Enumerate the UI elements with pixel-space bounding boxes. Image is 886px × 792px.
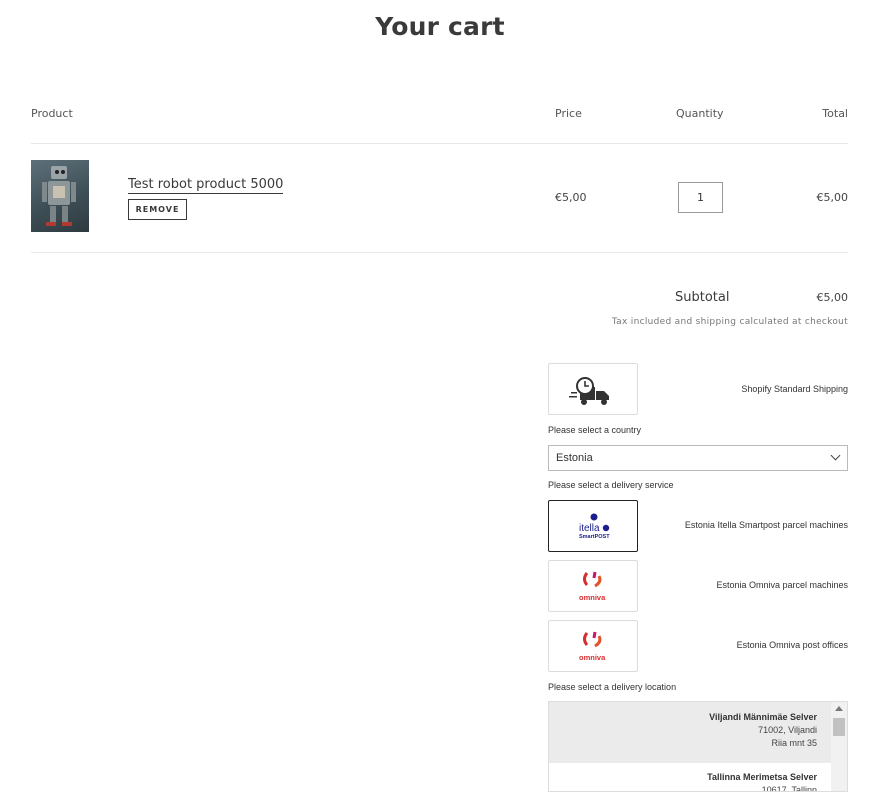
omniva-logo: omniva: [579, 571, 606, 602]
item-price: €5,00: [555, 191, 587, 204]
header-price: Price: [555, 107, 582, 120]
service-label-omniva-parcel: Estonia Omniva parcel machines: [716, 580, 848, 590]
omniva-logo: omniva: [579, 631, 606, 662]
product-image[interactable]: [31, 160, 89, 232]
country-prompt: Please select a country: [548, 425, 642, 435]
delivery-truck-icon: [569, 377, 609, 405]
location-list[interactable]: Viljandi Männimäe Selver 71002, Viljandi…: [548, 701, 848, 792]
itella-smartpost-logo: itella SmartPOST: [579, 513, 610, 540]
country-select[interactable]: Estonia: [548, 445, 848, 471]
omniva-logo-text: omniva: [579, 653, 606, 662]
service-option-itella-smartpost[interactable]: itella SmartPOST: [548, 500, 638, 552]
service-option-omniva-parcel[interactable]: omniva: [548, 560, 638, 612]
quantity-input[interactable]: [678, 182, 723, 213]
location-prompt: Please select a delivery location: [548, 682, 677, 692]
page-title: Your cart: [375, 12, 505, 41]
table-divider-top: [31, 143, 848, 144]
country-select-value: Estonia: [556, 452, 593, 464]
header-quantity: Quantity: [676, 107, 724, 120]
service-prompt: Please select a delivery service: [548, 480, 674, 490]
list-item[interactable]: Tallinna Merimetsa Selver 10617, Tallinn: [549, 763, 833, 791]
standard-shipping-label: Shopify Standard Shipping: [741, 384, 848, 394]
remove-button[interactable]: REMOVE: [128, 199, 187, 220]
service-label-omniva-post: Estonia Omniva post offices: [736, 640, 848, 650]
scroll-up-arrow-icon[interactable]: [835, 706, 843, 711]
service-option-omniva-post[interactable]: omniva: [548, 620, 638, 672]
location-list-scrollbar[interactable]: [831, 702, 847, 791]
service-label-itella: Estonia Itella Smartpost parcel machines: [684, 520, 848, 530]
standard-shipping-option[interactable]: [548, 363, 638, 415]
subtotal-value: €5,00: [816, 291, 849, 304]
itella-logo-subtext: SmartPOST: [579, 534, 610, 540]
omniva-logo-text: omniva: [579, 593, 606, 602]
list-item[interactable]: Viljandi Männimäe Selver 71002, Viljandi…: [549, 702, 833, 763]
subtotal-label: Subtotal: [675, 290, 730, 305]
table-divider-bottom: [31, 252, 848, 253]
product-name-link[interactable]: Test robot product 5000: [128, 177, 284, 194]
scroll-thumb[interactable]: [833, 718, 845, 736]
header-product: Product: [31, 107, 73, 120]
header-total: Total: [822, 107, 848, 120]
tax-note: Tax included and shipping calculated at …: [611, 317, 848, 327]
item-total: €5,00: [816, 191, 849, 204]
chevron-down-icon: [830, 450, 841, 461]
itella-logo-text: itella: [579, 523, 600, 534]
